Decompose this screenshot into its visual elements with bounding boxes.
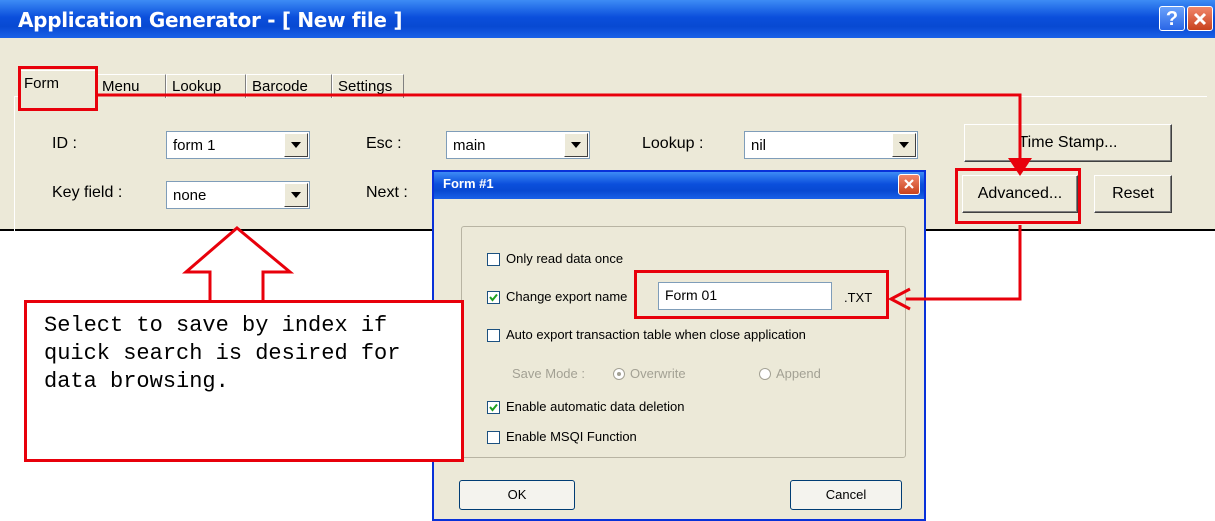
arrow-line-form-to-advanced (96, 93, 1022, 164)
export-name-highlight (634, 270, 889, 319)
form-tab-highlight (18, 66, 98, 111)
advanced-highlight (955, 168, 1081, 224)
callout-text: Select to save by index if quick search … (44, 313, 401, 394)
arrow-line-advanced-to-export (906, 225, 1022, 301)
up-arrow-icon (181, 226, 295, 304)
